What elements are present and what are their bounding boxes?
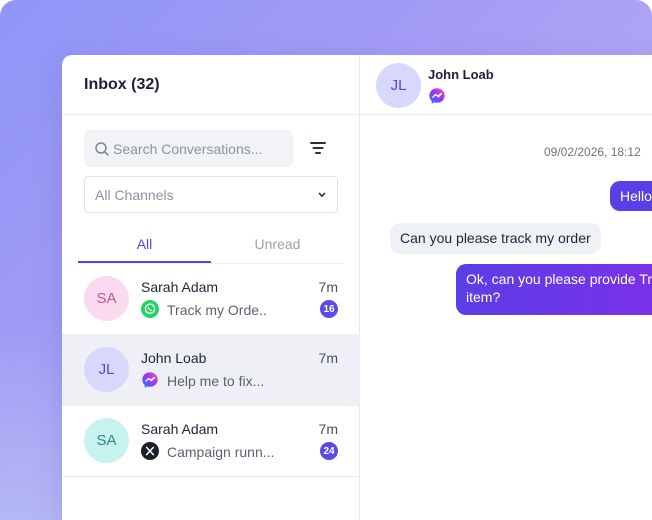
search-icon bbox=[94, 141, 110, 157]
chat-panel: JL John Loab 09/02/2026, 18:12 Hello, Ca… bbox=[360, 55, 652, 520]
unread-badge: 16 bbox=[320, 300, 338, 318]
tab-bar: All Unread bbox=[78, 227, 344, 264]
conversation-preview: Track my Orde.. bbox=[167, 302, 267, 318]
conversation-name: John Loab bbox=[141, 350, 207, 366]
message-timestamp: 09/02/2026, 18:12 bbox=[544, 145, 641, 159]
messenger-icon bbox=[428, 87, 446, 105]
conversation-name: Sarah Adam bbox=[141, 421, 219, 437]
conversation-panel: Inbox (32) All Channels All Unread bbox=[62, 55, 360, 520]
chat-header: JL John Loab bbox=[360, 55, 652, 115]
incoming-message: Can you please track my order bbox=[390, 223, 601, 254]
conversation-preview: Campaign runn... bbox=[167, 444, 275, 460]
inbox-window: Inbox (32) All Channels All Unread bbox=[62, 55, 652, 520]
contact-avatar: JL bbox=[376, 63, 421, 108]
search-row bbox=[84, 130, 338, 167]
conversation-item[interactable]: SA Sarah Adam 7m Campaign runn... 24 bbox=[62, 406, 360, 477]
outgoing-message: Ok, can you please provide Tra item? bbox=[456, 264, 652, 315]
tab-unread[interactable]: Unread bbox=[211, 227, 344, 263]
conversation-time: 7m bbox=[318, 279, 338, 295]
tab-all[interactable]: All bbox=[78, 227, 211, 263]
avatar: SA bbox=[84, 418, 129, 463]
whatsapp-icon bbox=[141, 300, 159, 318]
contact-name: John Loab bbox=[428, 67, 494, 82]
unread-badge: 24 bbox=[320, 442, 338, 460]
messenger-icon bbox=[141, 371, 159, 389]
inbox-title: Inbox (32) bbox=[84, 75, 160, 93]
search-box[interactable] bbox=[84, 130, 293, 167]
chevron-down-icon bbox=[317, 190, 327, 200]
x-icon bbox=[141, 442, 159, 460]
avatar: JL bbox=[84, 347, 129, 392]
conversation-time: 7m bbox=[318, 421, 338, 437]
outgoing-message-text: Ok, can you please provide Tra item? bbox=[466, 271, 652, 305]
conversation-item[interactable]: SA Sarah Adam 7m Track my Orde.. 16 bbox=[62, 264, 360, 335]
filter-icon[interactable] bbox=[308, 138, 328, 158]
conversation-preview: Help me to fix... bbox=[167, 373, 265, 389]
avatar: SA bbox=[84, 276, 129, 321]
search-input[interactable] bbox=[113, 140, 288, 157]
inbox-header: Inbox (32) bbox=[62, 55, 359, 115]
channel-select-value: All Channels bbox=[95, 186, 174, 203]
conversation-item[interactable]: JL John Loab 7m Help me to fix... bbox=[62, 335, 360, 406]
conversation-list: SA Sarah Adam 7m Track my Orde.. 16 JL J… bbox=[62, 264, 360, 477]
outgoing-message: Hello, bbox=[610, 181, 652, 211]
conversation-name: Sarah Adam bbox=[141, 279, 219, 295]
channel-select[interactable]: All Channels bbox=[84, 176, 338, 213]
conversation-time: 7m bbox=[318, 350, 338, 366]
